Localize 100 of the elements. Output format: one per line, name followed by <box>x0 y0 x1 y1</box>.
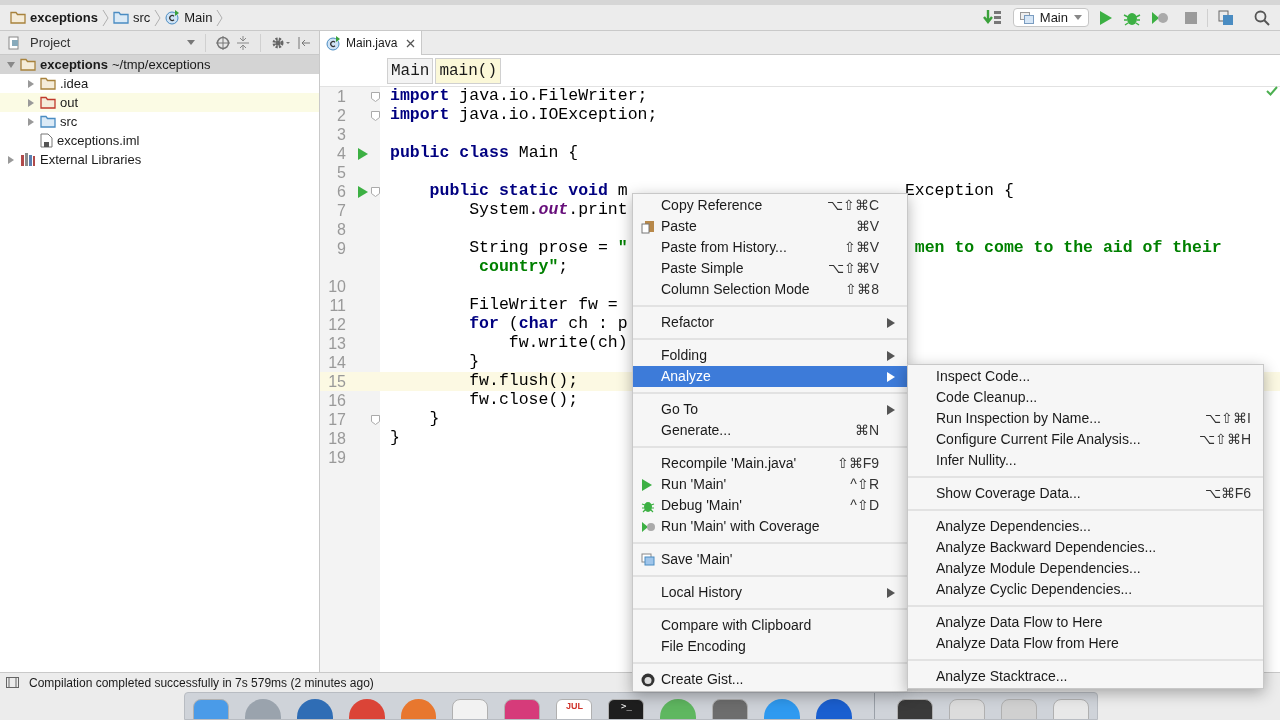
chevron-icon <box>216 8 224 27</box>
menu-item[interactable]: Run 'Main' ^⇧R <box>633 474 907 495</box>
menu-item[interactable]: Refactor <box>633 312 907 333</box>
collapsed-arrow-icon[interactable] <box>26 97 36 108</box>
menu-item[interactable]: Analyze Data Flow from Here <box>908 633 1263 654</box>
chevron-icon <box>101 8 109 27</box>
menu-item[interactable]: Analyze Dependencies... <box>908 516 1263 537</box>
collapsed-arrow-icon[interactable] <box>26 116 36 127</box>
menu-item[interactable]: Generate... ⌘N <box>633 420 907 441</box>
menu-item[interactable]: Code Cleanup... <box>908 387 1263 408</box>
menu-item[interactable]: Paste ⌘V <box>633 216 907 237</box>
breadcrumb-item[interactable]: Main <box>165 7 224 28</box>
stop-button[interactable] <box>1185 11 1197 24</box>
terminal-icon[interactable]: >_ <box>608 699 645 719</box>
menu-item[interactable]: Run 'Main' with Coverage <box>633 516 907 537</box>
collapsed-arrow-icon[interactable] <box>6 154 16 165</box>
code-text: ; <box>558 256 569 279</box>
menu-item[interactable]: Go To <box>633 399 907 420</box>
line-number: 12 <box>327 314 346 335</box>
line-number: 11 <box>328 295 346 316</box>
menu-item[interactable]: Inspect Code... <box>908 366 1263 387</box>
hide-panel-icon[interactable] <box>297 35 311 50</box>
menu-item[interactable]: Analyze Module Dependencies... <box>908 558 1263 579</box>
menu-item[interactable]: Analyze Cyclic Dependencies... <box>908 579 1263 600</box>
menu-item[interactable]: Create Gist... <box>633 669 907 690</box>
menu-item-label: Show Coverage Data... <box>936 484 1082 503</box>
save-icon <box>641 552 655 567</box>
project-structure-icon[interactable] <box>1218 9 1234 26</box>
menu-item-label: Analyze Stacktrace... <box>936 667 1069 686</box>
code-text: import <box>390 85 450 107</box>
menu-item-label: Run 'Main' with Coverage <box>661 517 821 536</box>
menu-item[interactable]: Compare with Clipboard <box>633 615 907 636</box>
panel-toggle-icon[interactable] <box>6 677 19 688</box>
panel-title[interactable]: Project <box>30 32 71 53</box>
fold-marker-icon[interactable] <box>371 91 380 102</box>
menu-item[interactable]: Local History <box>633 582 907 603</box>
code-text: " <box>617 237 628 260</box>
coverage-icon[interactable] <box>1151 9 1169 26</box>
menu-item[interactable]: Analyze Stacktrace... <box>908 666 1263 687</box>
menu-item[interactable]: File Encoding <box>633 636 907 657</box>
calendar-icon[interactable]: JUL <box>556 699 593 719</box>
code-text: m <box>616 180 628 202</box>
caret-icon[interactable] <box>187 40 195 45</box>
run-gutter-icon[interactable] <box>358 147 368 160</box>
menu-item[interactable]: Paste Simple ⌥⇧⌘V <box>633 258 907 279</box>
breadcrumb-item[interactable]: exceptions <box>10 7 109 28</box>
line-number: 4 <box>336 143 346 164</box>
menu-item[interactable]: Analyze <box>633 366 907 387</box>
settings-icon[interactable] <box>271 35 291 50</box>
menu-item[interactable]: Analyze Backward Dependencies... <box>908 537 1263 558</box>
keyboard-shortcut: ^⇧D <box>850 496 879 515</box>
menu-item[interactable]: Copy Reference ⌥⇧⌘C <box>633 195 907 216</box>
menu-item[interactable]: Recompile 'Main.java' ⇧⌘F9 <box>633 453 907 474</box>
fold-marker-icon[interactable] <box>371 414 380 425</box>
menu-item[interactable]: Run Inspection by Name... ⌥⇧⌘I <box>908 408 1263 429</box>
menu-item[interactable]: Debug 'Main' ^⇧D <box>633 495 907 516</box>
menu-item-label: Save 'Main' <box>661 550 734 569</box>
tree-item[interactable]: exceptions ~/tmp/exceptions <box>0 55 319 74</box>
menu-item-label: Infer Nullity... <box>936 451 1018 470</box>
breadcrumb-item[interactable]: src <box>112 7 162 28</box>
code-text: men to come to the aid of their <box>913 237 1222 260</box>
menu-item[interactable]: Configure Current File Analysis... ⌥⇧⌘H <box>908 429 1263 450</box>
keyboard-shortcut: ⌥⇧⌘H <box>1198 430 1251 449</box>
collapsed-arrow-icon[interactable] <box>26 78 36 89</box>
code-text: char <box>518 313 559 335</box>
menu-item[interactable]: Column Selection Mode ⇧⌘8 <box>633 279 907 300</box>
tree-label: exceptions <box>40 55 108 74</box>
run-gutter-icon[interactable] <box>358 185 368 198</box>
menu-item[interactable]: Folding <box>633 345 907 366</box>
editor-tab[interactable]: Main.java <box>320 31 423 55</box>
play-icon[interactable] <box>1099 9 1113 26</box>
octocat-icon <box>641 672 655 687</box>
menu-item-label: Run Inspection by Name... <box>936 409 1102 428</box>
fold-marker-icon[interactable] <box>371 186 380 197</box>
menu-item[interactable]: Show Coverage Data... ⌥⌘F6 <box>908 483 1263 504</box>
menu-item[interactable]: Infer Nullity... <box>908 450 1263 471</box>
line-number: 14 <box>327 352 346 373</box>
menu-item[interactable]: Paste from History... ⇧⌘V <box>633 237 907 258</box>
code-breadcrumb[interactable]: main() <box>435 57 501 84</box>
expanded-arrow-icon[interactable] <box>6 59 16 70</box>
line-number: 8 <box>336 219 346 240</box>
tree-label: External Libraries <box>40 150 142 169</box>
menu-item-label: Run 'Main' <box>661 475 728 494</box>
build-icon[interactable] <box>982 8 1003 27</box>
tree-item[interactable]: out <box>0 93 319 112</box>
code-text: fw.close(); <box>468 389 579 412</box>
collapse-icon[interactable] <box>236 35 250 50</box>
code-breadcrumb[interactable]: Main <box>387 57 434 84</box>
run-configuration-dropdown[interactable]: Main <box>1012 8 1089 27</box>
tree-label: .idea <box>60 74 89 93</box>
menu-item-label: Local History <box>661 583 743 602</box>
search-icon[interactable] <box>1254 9 1270 26</box>
class-icon <box>326 35 341 51</box>
keyboard-shortcut: ⇧⌘V <box>843 238 879 257</box>
fold-marker-icon[interactable] <box>371 110 380 121</box>
menu-item-label: Paste Simple <box>661 259 745 278</box>
menu-item[interactable]: Analyze Data Flow to Here <box>908 612 1263 633</box>
target-icon[interactable] <box>216 35 230 50</box>
menu-item[interactable]: Save 'Main' <box>633 549 907 570</box>
close-icon[interactable] <box>406 38 416 48</box>
